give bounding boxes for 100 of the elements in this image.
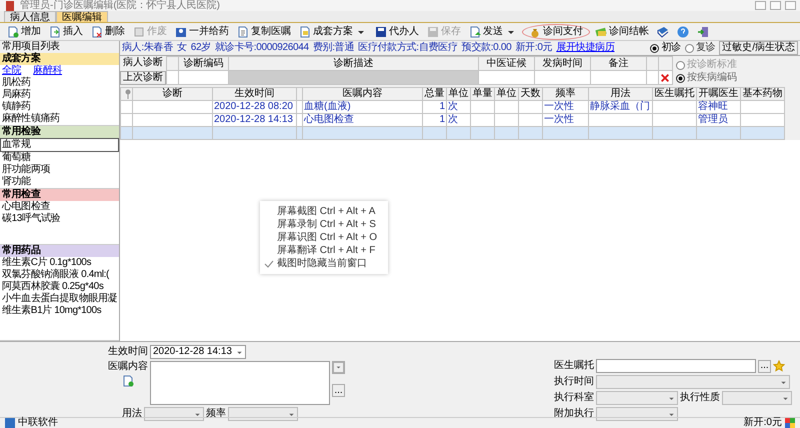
dropdown-field[interactable] (596, 391, 678, 405)
patient-info: 62岁 (190, 42, 211, 54)
dropdown-caret-icon (332, 361, 345, 374)
field-label: 医嘱内容 (108, 361, 148, 373)
text-field[interactable] (596, 359, 756, 373)
dropdown-field[interactable] (596, 375, 790, 389)
dropdown-field[interactable] (596, 407, 678, 421)
company-name: 中联软件 (18, 418, 58, 428)
tab[interactable]: 病人信息 (4, 11, 56, 22)
tab[interactable]: 医嘱编辑 (56, 11, 108, 22)
column-header: 总量 (422, 88, 446, 100)
field-label: 频率 (206, 408, 226, 420)
column-header: 天数 (518, 88, 542, 100)
toolbar-button[interactable]: 诊间结帐 (592, 24, 652, 40)
toolbar-button[interactable]: 一并给药 (172, 24, 232, 40)
allergy-history-button[interactable]: 过敏史/病生状态 (719, 41, 798, 55)
patient-info: 就诊卡号:0000926044 (214, 42, 309, 54)
toolbar-button[interactable]: 发送 (466, 24, 520, 40)
list-item[interactable]: 血常规 (0, 138, 119, 152)
column-header: 中医证候 (478, 56, 534, 70)
last-diagnosis-button[interactable]: 上次诊断 (120, 71, 166, 85)
column-header: 用法 (588, 88, 652, 100)
delete-x-icon (660, 72, 670, 82)
toolbar-button[interactable]: 诊间支付 (522, 24, 590, 40)
document-void-icon (133, 26, 145, 38)
column-header: 备注 (590, 56, 646, 70)
list-item[interactable]: 镇静药 (0, 101, 119, 113)
column-header: 诊断 (132, 88, 212, 100)
list-item[interactable]: 维生素C片 0.1g*100s (0, 257, 119, 269)
field-label: 执行性质 (680, 392, 720, 404)
panel-title: 常用项目列表 (0, 41, 119, 53)
patient-info: 女 (176, 42, 187, 54)
list-item[interactable]: 碳13呼气试验 (0, 213, 119, 225)
date-field[interactable]: 2020-12-28 14:13 (150, 345, 246, 359)
field-label: 附加执行 (554, 408, 594, 420)
link[interactable]: 麻醉科 (33, 65, 62, 77)
table-cell: 静脉采血（门 (588, 100, 652, 114)
menu-item[interactable]: 屏幕翻译 Ctrl + Alt + F (260, 244, 388, 257)
column-header: 开嘱医生 (696, 88, 740, 100)
list-item[interactable]: 阿莫西林胶囊 0.25g*40s (0, 281, 119, 293)
link[interactable]: 展开快捷病历 (556, 42, 614, 54)
list-item[interactable]: 麻醉性镇痛药 (0, 113, 119, 125)
field-label: 执行科室 (554, 392, 594, 404)
field-label: 病人诊断 (123, 57, 163, 69)
app-logo-icon (4, 417, 16, 428)
book-icon[interactable] (657, 26, 669, 38)
section-header: 成套方案 (0, 53, 119, 65)
column-header: 单位 (446, 88, 470, 100)
dropdown-field[interactable] (722, 391, 792, 405)
patient-info: 病人:朱春香 (122, 42, 173, 54)
dropdown-field[interactable] (144, 407, 204, 421)
menu-item[interactable]: 屏幕录制 Ctrl + Alt + S (260, 218, 388, 231)
field-label: 执行时间 (554, 376, 594, 388)
toolbar-button[interactable]: 删除 (88, 24, 128, 40)
table-row[interactable] (120, 126, 784, 140)
exit-door-icon[interactable] (697, 26, 709, 38)
toolbar-button[interactable]: 成套方案 (296, 24, 370, 40)
list-item[interactable]: 葡萄糖 (0, 152, 119, 164)
field-value: 2020-12-28 14:13 (153, 346, 232, 358)
list-item[interactable]: 肌松药 (0, 77, 119, 89)
list-item[interactable]: 维生素B1片 10mg*100s (0, 305, 119, 317)
link[interactable]: 全院 (2, 65, 22, 77)
menu-item[interactable]: 截图时隐藏当前窗口 (260, 257, 388, 270)
column-header: 诊断编码 (178, 56, 228, 70)
toolbar-button[interactable]: 增加 (4, 24, 44, 40)
list-item[interactable]: 肾功能 (0, 176, 119, 188)
ellipsis-button[interactable]: ... (332, 384, 345, 397)
patient-info: 新开:0元 (515, 42, 552, 54)
radio-button[interactable]: 初诊 (650, 42, 681, 54)
table-cell: 次 (446, 100, 470, 114)
dropdown-field[interactable] (228, 407, 298, 421)
list-item[interactable]: 双氯芬酸钠滴眼液 0.4ml:( (0, 269, 119, 281)
document-add-icon (7, 26, 19, 38)
cash-icon (595, 26, 607, 38)
list-item[interactable]: 肝功能两项 (0, 164, 119, 176)
column-header: 基本药物 (740, 88, 784, 100)
toolbar-button[interactable]: 插入 (46, 24, 86, 40)
status-text: 新开:0元 (744, 418, 782, 428)
menu-item[interactable]: 屏幕识图 Ctrl + Alt + O (260, 231, 388, 244)
radio-button[interactable]: 复诊 (684, 42, 716, 54)
patient-info: 费别:普通 (312, 42, 354, 54)
toolbar-button[interactable]: 复制医嘱 (234, 24, 294, 40)
menu-item[interactable]: 屏幕截图 Ctrl + Alt + A (260, 205, 388, 218)
column-header: 医生嘱托 (652, 88, 696, 100)
send-icon (469, 26, 481, 38)
copy-document-icon (237, 26, 249, 38)
toolbar-button[interactable]: 代办人 (372, 24, 422, 40)
column-header: 生效时间 (212, 88, 296, 100)
field-label: 医生嘱托 (554, 360, 594, 372)
document-delete-icon (91, 26, 103, 38)
column-header: 医嘱内容 (302, 88, 422, 100)
list-item[interactable]: 心电图检查 (0, 201, 119, 213)
ellipsis-button[interactable]: ... (758, 360, 771, 372)
column-header: 频率 (542, 88, 588, 100)
people-icon (175, 26, 187, 38)
text-area[interactable] (150, 361, 330, 405)
table-row[interactable]: 2020-12-28 08:20 血糖(血液) 1 次 一次性 静脉采血（门 容神旺 (120, 100, 784, 114)
help-icon[interactable] (677, 26, 689, 38)
list-item[interactable]: 小牛血去蛋白提取物眼用凝 (0, 293, 119, 305)
list-item[interactable]: 局麻药 (0, 89, 119, 101)
